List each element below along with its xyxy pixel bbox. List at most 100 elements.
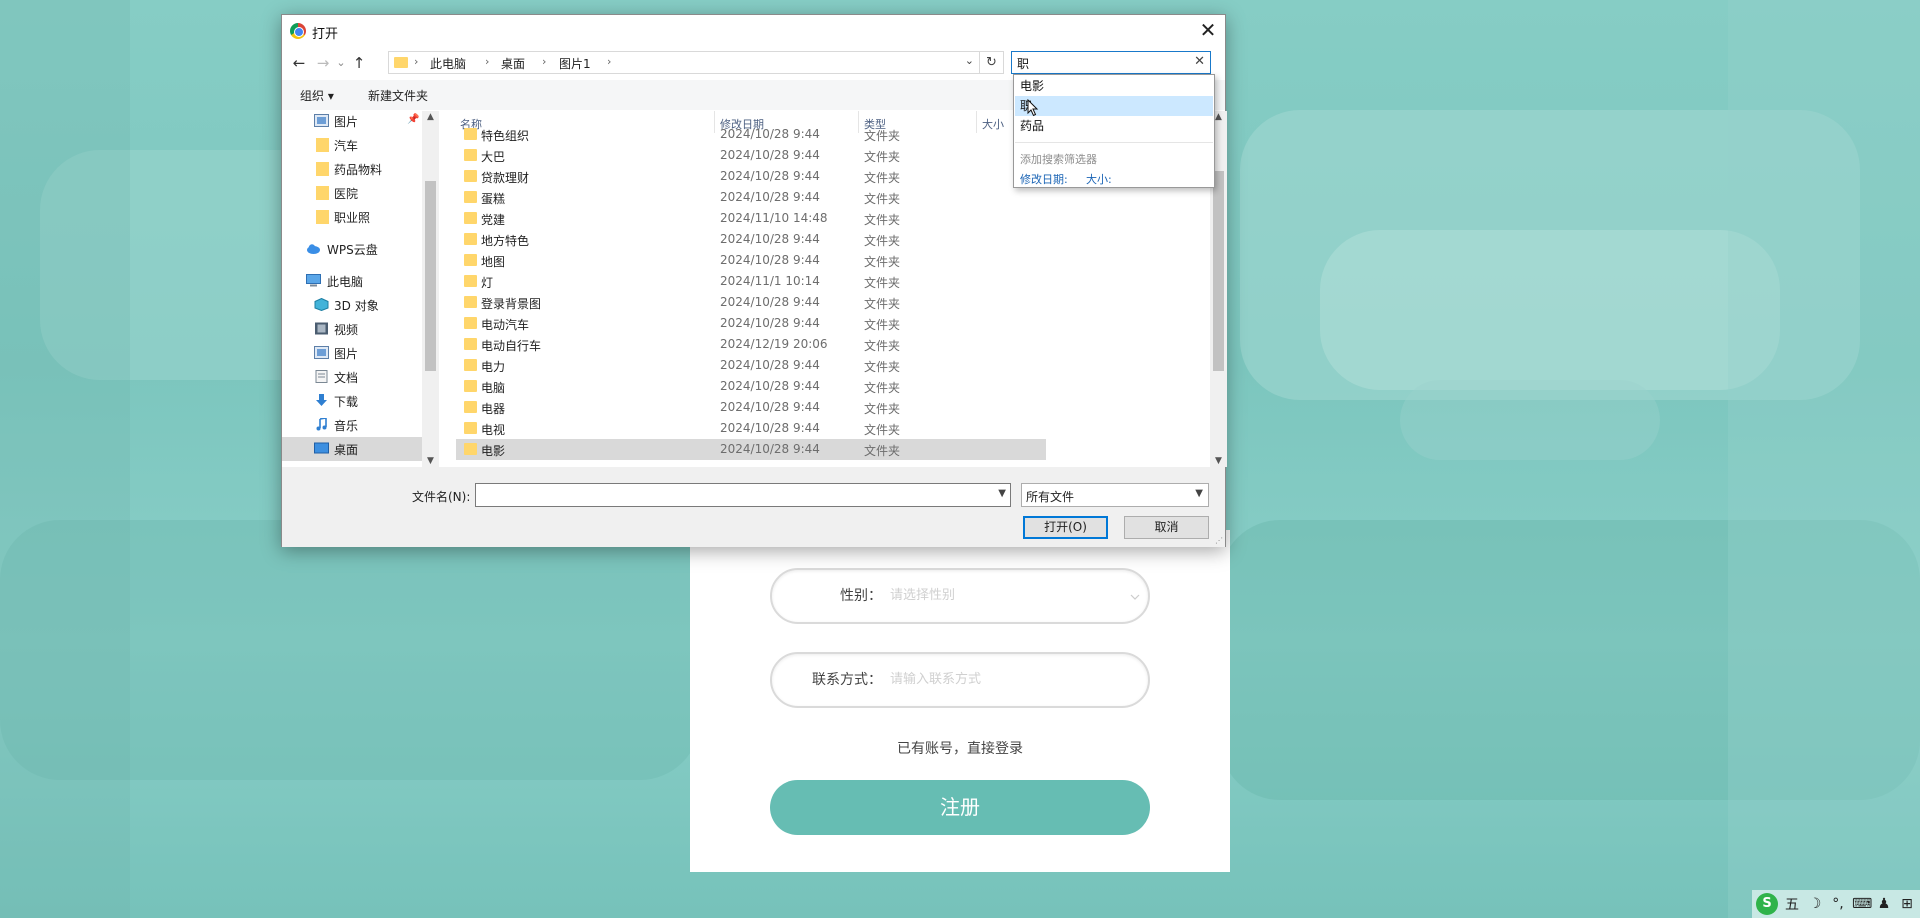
file-type: 文件夹: [864, 318, 901, 332]
nav-item-wps-cloud[interactable]: WPS云盘: [282, 237, 422, 261]
breadcrumb-pictures1[interactable]: 图片1: [559, 55, 591, 72]
file-row[interactable]: 电视 2024/10/28 9:44 文件夹: [456, 418, 1046, 439]
file-row[interactable]: 地方特色 2024/10/28 9:44 文件夹: [456, 229, 1046, 250]
refresh-icon[interactable]: ↻: [980, 51, 1004, 74]
file-date: 2024/10/28 9:44: [720, 316, 820, 330]
grid-icon[interactable]: ⊞: [1898, 896, 1916, 912]
new-folder-button[interactable]: 新建文件夹: [368, 87, 428, 104]
file-date: 2024/10/28 9:44: [720, 379, 820, 393]
chevron-down-icon[interactable]: ⌄: [965, 54, 974, 67]
scrollbar-thumb[interactable]: [1213, 171, 1224, 371]
filetype-select[interactable]: 所有文件 ▼: [1021, 483, 1209, 507]
breadcrumb-separator: ›: [542, 55, 547, 68]
sogou-ime-icon[interactable]: S: [1756, 893, 1778, 915]
back-icon[interactable]: ←: [288, 52, 310, 74]
nav-item-cars[interactable]: 汽车: [282, 133, 422, 157]
resize-grip-icon[interactable]: ⋰: [1215, 536, 1223, 545]
file-row[interactable]: 电影 2024/10/28 9:44 文件夹: [456, 439, 1046, 460]
filter-modified-date[interactable]: 修改日期:: [1020, 171, 1068, 187]
file-date: 2024/10/28 9:44: [720, 190, 820, 204]
nav-label: 音乐: [334, 419, 359, 433]
breadcrumb-this-pc[interactable]: 此电脑: [430, 55, 466, 72]
organize-menu[interactable]: 组织 ▾: [300, 87, 334, 104]
file-row[interactable]: 特色组织 2024/10/28 9:44 文件夹: [456, 124, 1046, 145]
nav-item-downloads[interactable]: 下载: [282, 389, 422, 413]
file-date: 2024/11/10 14:48: [720, 211, 828, 225]
gender-label: 性别：: [840, 588, 882, 604]
ime-mode-indicator[interactable]: 五: [1783, 894, 1801, 914]
dialog-titlebar[interactable]: 打开 ✕: [282, 15, 1225, 46]
chevron-down-icon[interactable]: ▼: [998, 488, 1006, 499]
file-date: 2024/10/28 9:44: [720, 442, 820, 456]
chevron-down-icon: ▼: [1195, 488, 1203, 499]
nav-label: WPS云盘: [327, 243, 378, 257]
file-date: 2024/10/28 9:44: [720, 358, 820, 372]
open-button[interactable]: 打开(O): [1023, 516, 1108, 539]
nav-item-documents[interactable]: 文档: [282, 365, 422, 389]
file-name: 电视: [481, 423, 506, 437]
file-row[interactable]: 贷款理财 2024/10/28 9:44 文件夹: [456, 166, 1046, 187]
nav-item-pictures[interactable]: 图片: [282, 341, 422, 365]
search-input[interactable]: 职 ✕: [1011, 51, 1211, 74]
suggestion-item[interactable]: 职: [1015, 96, 1213, 116]
close-button[interactable]: ✕: [1191, 15, 1225, 46]
file-row[interactable]: 地图 2024/10/28 9:44 文件夹: [456, 250, 1046, 271]
moon-icon[interactable]: ☽: [1806, 896, 1824, 912]
file-row[interactable]: 电动汽车 2024/10/28 9:44 文件夹: [456, 313, 1046, 334]
register-button[interactable]: 注册: [770, 780, 1150, 835]
file-name: 大巴: [481, 150, 506, 164]
address-bar[interactable]: › 此电脑 › 桌面 › 图片1 › ⌄: [388, 51, 980, 74]
contact-field[interactable]: 联系方式： 请输入联系方式: [770, 652, 1150, 708]
file-row[interactable]: 登录背景图 2024/10/28 9:44 文件夹: [456, 292, 1046, 313]
file-row[interactable]: 电动自行车 2024/12/19 20:06 文件夹: [456, 334, 1046, 355]
keyboard-icon[interactable]: ⌨: [1852, 896, 1872, 912]
file-row[interactable]: 党建 2024/11/10 14:48 文件夹: [456, 208, 1046, 229]
file-row[interactable]: 灯 2024/11/1 10:14 文件夹: [456, 271, 1046, 292]
file-row[interactable]: 电脑 2024/10/28 9:44 文件夹: [456, 376, 1046, 397]
filename-input[interactable]: ▼: [475, 483, 1011, 507]
nav-item-3d-objects[interactable]: 3D 对象: [282, 293, 422, 317]
nav-pane-scrollbar[interactable]: ▲ ▼: [422, 111, 439, 467]
file-date: 2024/11/1 10:14: [720, 274, 820, 288]
folder-icon: [316, 162, 329, 176]
file-row[interactable]: 蛋糕 2024/10/28 9:44 文件夹: [456, 187, 1046, 208]
folder-icon: [464, 149, 477, 161]
user-icon[interactable]: ♟: [1875, 896, 1893, 912]
login-link[interactable]: 已有账号，直接登录: [690, 738, 1230, 758]
breadcrumb-desktop[interactable]: 桌面: [501, 55, 525, 72]
filetype-value: 所有文件: [1026, 490, 1075, 504]
file-type: 文件夹: [864, 339, 901, 353]
up-icon[interactable]: ↑: [348, 52, 370, 74]
nav-item-pictures-quick[interactable]: 图片 📌: [282, 111, 422, 133]
nav-item-career-photos[interactable]: 职业照: [282, 205, 422, 229]
nav-item-videos[interactable]: 视频: [282, 317, 422, 341]
nav-item-medicine[interactable]: 药品物料: [282, 157, 422, 181]
nav-item-desktop[interactable]: 桌面: [282, 437, 422, 461]
file-type: 文件夹: [864, 192, 901, 206]
scrollbar-thumb[interactable]: [425, 181, 436, 371]
forward-icon[interactable]: →: [312, 52, 334, 74]
file-row[interactable]: 大巴 2024/10/28 9:44 文件夹: [456, 145, 1046, 166]
gender-select[interactable]: 性别： 请选择性别: [770, 568, 1150, 624]
punctuation-icon[interactable]: °,: [1829, 896, 1847, 912]
nav-item-music[interactable]: 音乐: [282, 413, 422, 437]
suggestion-item[interactable]: 药品: [1015, 116, 1213, 136]
file-row[interactable]: 电力 2024/10/28 9:44 文件夹: [456, 355, 1046, 376]
file-row[interactable]: 电器 2024/10/28 9:44 文件夹: [456, 397, 1046, 418]
folder-icon: [394, 57, 408, 68]
navigation-pane: 图片 📌 汽车 药品物料 医院 职业照 WPS云盘 此电脑 3D 对象 视频 图…: [282, 111, 422, 467]
nav-item-this-pc[interactable]: 此电脑: [282, 269, 422, 293]
scroll-up-icon[interactable]: ▲: [422, 112, 439, 122]
music-icon: [316, 418, 327, 431]
suggestion-item[interactable]: 电影: [1015, 76, 1213, 96]
nav-item-hospital[interactable]: 医院: [282, 181, 422, 205]
add-filter-hint: 添加搜索筛选器: [1020, 153, 1097, 166]
file-type: 文件夹: [864, 381, 901, 395]
scroll-down-icon[interactable]: ▼: [1210, 456, 1227, 466]
scroll-down-icon[interactable]: ▼: [422, 456, 439, 466]
recent-locations-icon[interactable]: ⌄: [334, 52, 348, 74]
cancel-button[interactable]: 取消: [1124, 516, 1209, 539]
file-type: 文件夹: [864, 234, 901, 248]
filter-size[interactable]: 大小:: [1086, 171, 1112, 187]
clear-search-icon[interactable]: ✕: [1194, 54, 1205, 69]
